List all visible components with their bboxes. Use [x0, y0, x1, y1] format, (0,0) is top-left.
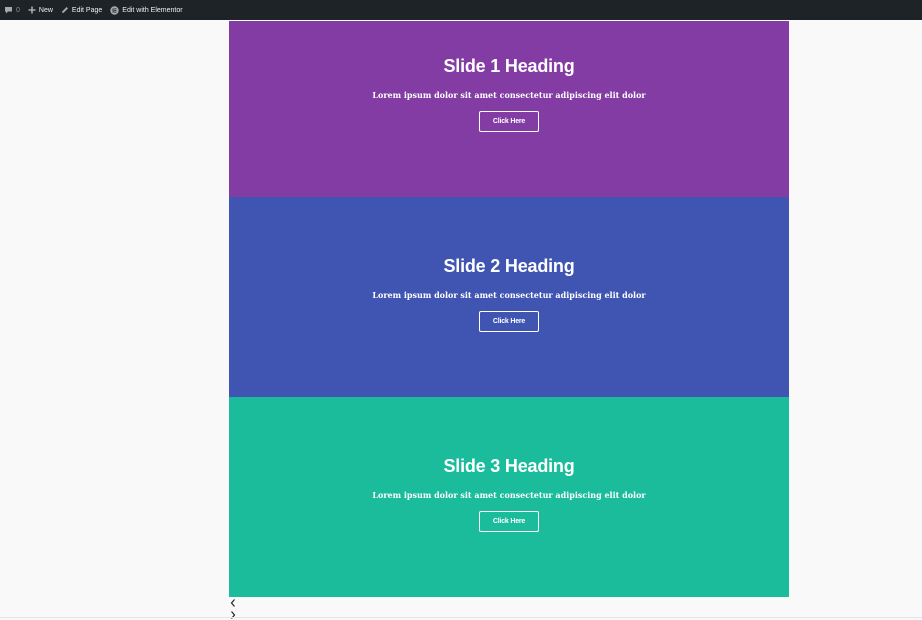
comment-bubble-icon: [5, 7, 12, 14]
slide-2: Slide 2 Heading Lorem ipsum dolor sit am…: [229, 197, 789, 397]
slide-description: Lorem ipsum dolor sit amet consectetur a…: [372, 90, 646, 100]
previous-slide-arrow[interactable]: [229, 598, 237, 608]
edit-page-label: Edit Page: [71, 6, 103, 14]
slide-button[interactable]: Click Here: [479, 311, 539, 332]
slide-heading: Slide 1 Heading: [443, 56, 575, 76]
pencil-icon: [61, 7, 68, 13]
elementor-label: Edit with Elementor: [122, 6, 183, 14]
slide-1: Slide 1 Heading Lorem ipsum dolor sit am…: [229, 21, 789, 197]
edit-with-elementor-item[interactable]: Edit with Elementor: [110, 0, 183, 20]
slide-description: Lorem ipsum dolor sit amet consectetur a…: [372, 290, 646, 300]
elementor-logo-icon: [110, 5, 119, 15]
admin-bar: 0 New Edit Page Edit with Elementor: [0, 0, 922, 20]
slides-container: Slide 1 Heading Lorem ipsum dolor sit am…: [229, 21, 789, 597]
comments-item[interactable]: 0: [4, 0, 20, 20]
chevron-right-icon: [231, 611, 236, 619]
slide-button[interactable]: Click Here: [479, 511, 539, 532]
page-divider: [0, 617, 922, 618]
plus-icon: [28, 6, 36, 14]
slide-heading: Slide 3 Heading: [443, 456, 575, 476]
new-content-item[interactable]: New: [28, 0, 53, 20]
edit-page-item[interactable]: Edit Page: [61, 0, 102, 20]
comments-count: 0: [16, 6, 20, 14]
new-label: New: [38, 6, 53, 14]
slide-heading: Slide 2 Heading: [443, 256, 575, 276]
slide-description: Lorem ipsum dolor sit amet consectetur a…: [372, 490, 646, 500]
chevron-left-icon: [230, 599, 235, 607]
slide-3: Slide 3 Heading Lorem ipsum dolor sit am…: [229, 397, 789, 597]
next-slide-arrow[interactable]: [229, 610, 237, 620]
slide-button[interactable]: Click Here: [479, 111, 539, 132]
